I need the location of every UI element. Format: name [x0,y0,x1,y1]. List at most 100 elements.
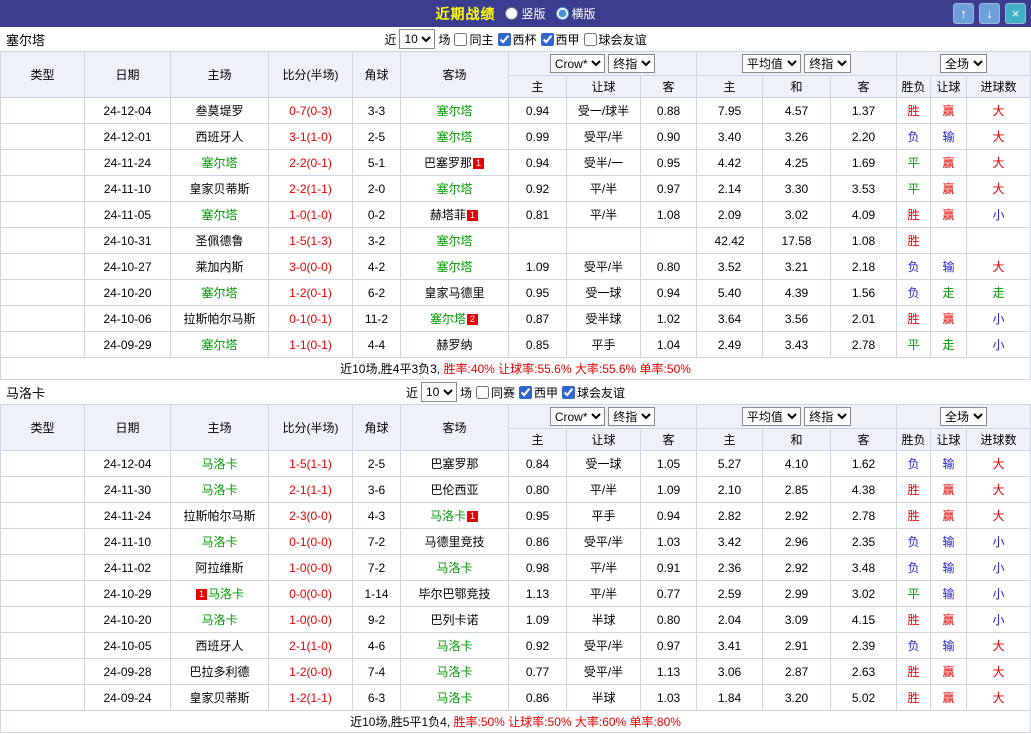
team-name-link[interactable]: 马洛卡 [436,665,472,679]
close-button[interactable]: × [1005,3,1026,24]
handicap-odds-cell: 受平/半 [566,658,641,685]
vertical-radio-input[interactable] [505,7,519,20]
europe-odds-cell: 2.78 [830,331,898,358]
filter-checkbox-input[interactable] [540,32,554,46]
result-cell: 平 [896,331,932,358]
team-name-link[interactable]: 塞尔塔 [436,104,472,118]
team-name-link[interactable]: 马洛卡 [201,483,237,497]
filter-checkbox-input[interactable] [583,32,597,46]
filter-checkbox-1[interactable]: 西杯 [497,31,537,48]
bookmaker-select[interactable]: Crow* [549,407,605,426]
filter-checkbox-3[interactable]: 球会友谊 [583,31,647,48]
date-cell: 24-09-29 [84,331,171,358]
match-row: 西甲 24-11-10 马洛卡 0-1(0-0) 7-2 马德里竞技 0.86 受平/半 1.0… [0,528,1031,555]
team-name-link[interactable]: 巴列卡诺 [430,613,478,627]
match-count-select[interactable]: 10 [399,29,436,49]
team-name-link[interactable]: 拉斯帕尔马斯 [183,509,255,523]
team-name-link[interactable]: 马德里竞技 [424,535,484,549]
corners-cell: 3-3 [352,97,401,124]
team-name-link[interactable]: 拉斯帕尔马斯 [183,312,255,326]
team-name-link[interactable]: 皇家贝蒂斯 [189,182,249,196]
team-name-link[interactable]: 皇家贝蒂斯 [189,691,249,705]
corners-cell: 4-4 [352,331,401,358]
filter-checkbox-1[interactable]: 西甲 [518,384,558,401]
matches-table: 类型 日期 主场 比分(半场) 角球 客场 Crow* 终指 平均值 终指 全场主让球客主和客胜… [0,404,1031,733]
competition-cell: 西甲 [0,502,85,529]
home-team-cell: 拉斯帕尔马斯 [170,502,269,529]
filter-checkbox-2[interactable]: 西甲 [540,31,580,48]
team-name-link[interactable]: 巴伦西亚 [430,483,478,497]
match-count-select[interactable]: 10 [420,382,457,402]
europe-time-select[interactable]: 终指 [804,54,852,73]
team-name-link[interactable]: 马洛卡 [436,561,472,575]
team-name-link[interactable]: 塞尔塔 [201,286,237,300]
team-name-link[interactable]: 马洛卡 [436,639,472,653]
handicap-time-select[interactable]: 终指 [608,407,656,426]
team-name-link[interactable]: 塞尔塔 [201,338,237,352]
score-cell: 0-7(0-3) [268,97,353,124]
filter-checkbox-2[interactable]: 球会友谊 [561,384,625,401]
away-team-cell: 塞尔塔 [400,175,509,202]
score-cell: 1-0(0-0) [268,554,353,581]
team-name-link[interactable]: 马洛卡 [208,587,244,601]
team-name-link[interactable]: 塞尔塔 [201,208,237,222]
team-name-link[interactable]: 毕尔巴鄂竞技 [418,587,490,601]
filter-checkbox-input[interactable] [475,385,489,399]
layout-radio-horizontal[interactable]: 横版 [555,5,596,22]
team-name-link[interactable]: 赫罗纳 [436,338,472,352]
team-name-link[interactable]: 圣佩德鲁 [195,234,243,248]
team-name-link[interactable]: 马洛卡 [430,509,466,523]
team-name-link[interactable]: 塞尔塔 [436,130,472,144]
team-name-link[interactable]: 赫塔菲 [430,208,466,222]
scroll-up-button[interactable]: ↑ [953,3,974,24]
scroll-down-button[interactable]: ↓ [979,3,1000,24]
filter-checkbox-input[interactable] [454,32,468,46]
europe-source-select[interactable]: 平均值 [741,407,801,426]
team-name-link[interactable]: 马洛卡 [201,613,237,627]
team-name-link[interactable]: 马洛卡 [201,457,237,471]
handicap-odds-cell: 0.81 [508,201,567,228]
result-cell: 输 [930,528,968,555]
competition-cell: 西甲 [0,450,85,477]
bookmaker-select[interactable]: Crow* [549,54,605,73]
filter-checkbox-input[interactable] [497,32,511,46]
europe-source-select[interactable]: 平均值 [741,54,801,73]
handicap-odds-cell: 1.04 [639,331,698,358]
team-name-link[interactable]: 西班牙人 [195,639,243,653]
europe-time-select[interactable]: 终指 [804,407,852,426]
horizontal-radio-input[interactable] [555,7,569,20]
europe-odds-cell: 3.30 [762,175,832,202]
team-name-link[interactable]: 皇家马德里 [424,286,484,300]
team-name-link[interactable]: 马洛卡 [201,535,237,549]
team-name-link[interactable]: 塞尔塔 [201,156,237,170]
team-name-link[interactable]: 塞尔塔 [436,182,472,196]
handicap-odds-cell: 1.02 [639,305,698,332]
home-team-cell: 皇家贝蒂斯 [170,684,269,711]
handicap-time-select[interactable]: 终指 [608,54,656,73]
red-card-badge: 2 [467,314,478,325]
result-cell: 负 [896,450,932,477]
team-name-link[interactable]: 塞尔塔 [430,312,466,326]
team-name-link[interactable]: 西班牙人 [195,130,243,144]
filter-checkbox-0[interactable]: 同赛 [475,384,515,401]
team-name-link[interactable]: 巴塞罗那 [424,156,472,170]
team-name-link[interactable]: 巴拉多利德 [189,665,249,679]
team-name-link[interactable]: 塞尔塔 [436,260,472,274]
team-name-link[interactable]: 塞尔塔 [436,234,472,248]
filter-checkbox-input[interactable] [562,385,576,399]
europe-odds-cell: 4.57 [762,97,832,124]
layout-radio-vertical[interactable]: 竖版 [505,5,546,22]
team-name-link[interactable]: 莱加内斯 [195,260,243,274]
filter-checkbox-input[interactable] [519,385,532,399]
team-name-link[interactable]: 叁莫堤罗 [195,104,243,118]
titlebar: 近期战绩 竖版 横版 ↑ ↓ × [0,0,1031,27]
scope-select[interactable]: 全场 [940,54,988,73]
corners-cell: 4-3 [352,502,401,529]
europe-odds-cell: 2.87 [762,658,832,685]
handicap-selects-cell: Crow* 终指 [507,404,698,429]
filter-checkbox-0[interactable]: 同主 [453,31,494,48]
team-name-link[interactable]: 巴塞罗那 [430,457,478,471]
team-name-link[interactable]: 阿拉维斯 [195,561,243,575]
scope-select[interactable]: 全场 [940,407,988,426]
team-name-link[interactable]: 马洛卡 [436,691,472,705]
